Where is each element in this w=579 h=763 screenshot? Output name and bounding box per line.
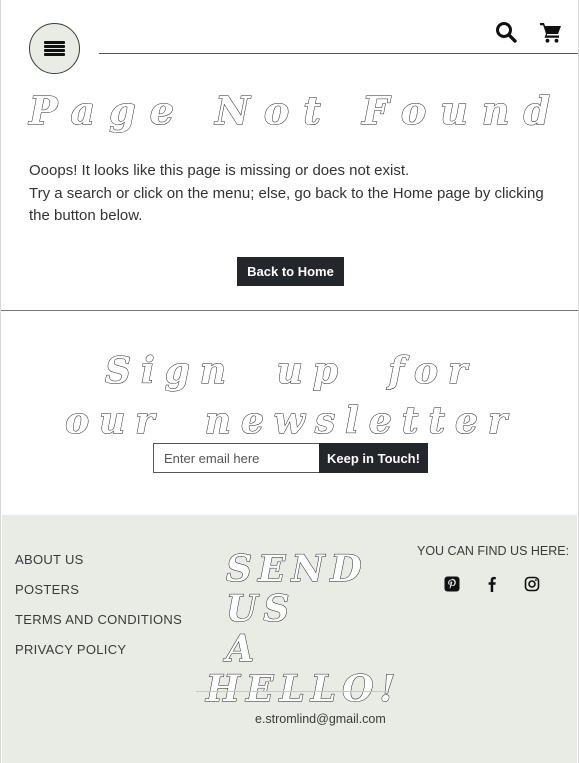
instagram-icon[interactable] (524, 576, 540, 592)
message-line-1: Ooops! It looks like this page is missin… (29, 162, 410, 179)
hello-line-2: US A (226, 588, 296, 670)
newsletter-form: Keep in Touch! (153, 443, 428, 473)
find-us-label: YOU CAN FIND US HERE: (417, 544, 570, 558)
footer-link-terms[interactable]: TERMS AND CONDITIONS (15, 612, 182, 642)
email-input[interactable] (153, 443, 319, 473)
cart-icon[interactable] (539, 20, 563, 44)
hello-line-3: HELLO! (206, 668, 402, 710)
page: Page Not Found Ooops! It looks like this… (0, 0, 579, 763)
hamburger-icon (44, 40, 65, 57)
pinterest-icon[interactable] (444, 576, 460, 592)
newsletter-title: Sign up for our newsletter (65, 350, 517, 443)
footer-link-posters[interactable]: POSTERS (15, 582, 182, 612)
footer: ABOUT US POSTERS TERMS AND CONDITIONS PR… (2, 515, 577, 763)
search-icon[interactable] (494, 20, 518, 44)
footer-divider (196, 691, 388, 692)
footer-link-privacy[interactable]: PRIVACY POLICY (15, 642, 182, 672)
send-us-a-hello-heading: SEND US A HELLO! (202, 548, 402, 710)
not-found-message: Ooops! It looks like this page is missin… (29, 160, 559, 228)
footer-nav: ABOUT US POSTERS TERMS AND CONDITIONS PR… (15, 552, 182, 672)
facebook-icon[interactable] (484, 576, 500, 592)
footer-link-about-us[interactable]: ABOUT US (15, 552, 182, 582)
header-divider (99, 53, 578, 54)
menu-button[interactable] (29, 23, 80, 74)
message-line-2: Try a search or click on the menu; else,… (29, 184, 544, 225)
contact-email-link[interactable]: e.stromlind@gmail.com (255, 712, 386, 726)
section-divider (1, 310, 578, 311)
back-to-home-button[interactable]: Back to Home (237, 257, 344, 286)
hello-line-1: SEND (226, 548, 368, 590)
keep-in-touch-button[interactable]: Keep in Touch! (319, 443, 428, 473)
page-title: Page Not Found (28, 88, 565, 134)
